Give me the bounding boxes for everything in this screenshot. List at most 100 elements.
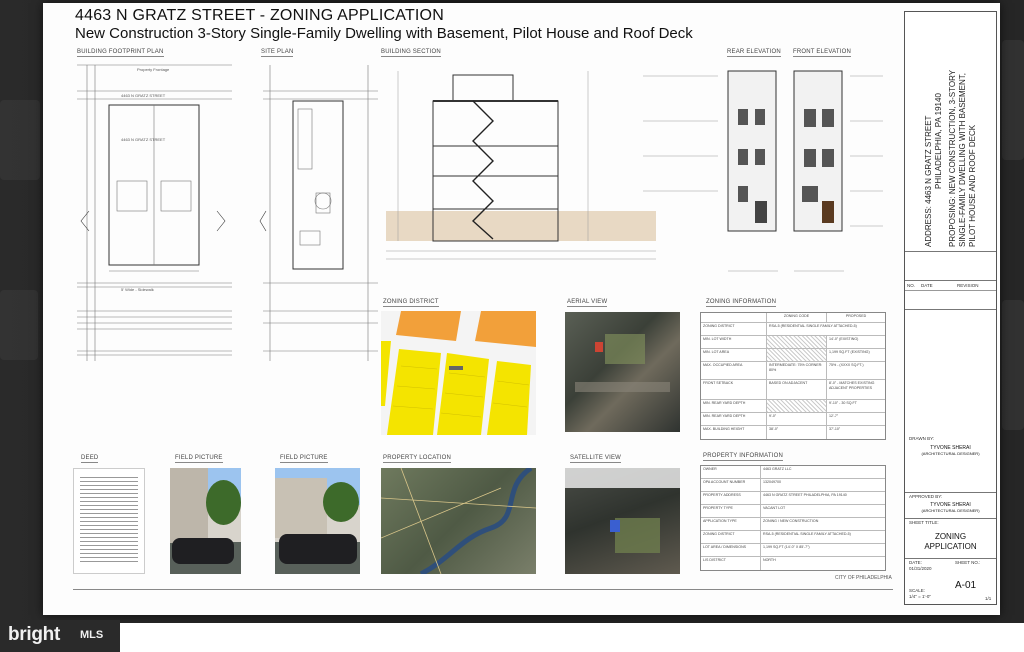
background-blur [1002,300,1024,430]
zoning-row-proposed: 9'-10" - 30 SQ.FT [829,401,857,405]
panel-label-satellite-view: SATELLITE VIEW [570,455,622,461]
zoning-row-proposed: 14'-0" (EXISTING) [829,337,859,341]
drawing-sheet: 4463 N GRATZ STREET - ZONING APPLICATION… [43,3,1000,615]
zoning-row-code: INTERMEDIATE: 75% CORNER: 80% [767,362,827,379]
watermark-suffix: MLS [80,629,104,641]
frontage-note: Property Frontage [137,67,170,72]
zoning-row-label: FRONT SETBACK [701,380,767,399]
sheet-title-line-1: ZONING [934,532,967,541]
scale-label: SCALE: [909,588,926,593]
panel-label-rear-elevation: REAR ELEVATION [727,49,781,55]
satellite-view-image [565,468,680,574]
deed-image [73,468,145,574]
property-row-value: RSA-5 (RESIDENTIAL SINGLE FAMILY ATTACHE… [763,532,851,536]
background-blur [0,100,40,180]
zoning-header-proposed: PROPOSED [845,314,867,318]
street-name-note: 4463 N GRATZ STREET [121,93,166,98]
property-row-value: VACANT LOT [763,506,786,510]
property-row-label: PROPERTY ADDRESS [701,492,761,504]
address-text: ADDRESS: 4463 N GRATZ STREET PHILADELPHI… [924,17,978,247]
property-information-table: OWNER 4463 GRATZ LLC OPA ACCOUNT NUMBER 13… [700,465,886,571]
zoning-district-map [381,311,536,435]
background-blur [1002,40,1024,160]
zoning-row-label: MAX. OCCUPIED AREA [701,362,767,379]
zoning-row-code [767,336,827,348]
zoning-row-proposed: 37'-10" [829,427,841,431]
sheet-title: 4463 N GRATZ STREET - ZONING APPLICATION [75,7,444,24]
zoning-row-code [767,349,827,361]
river-overlay [381,468,536,574]
aerial-view-image [565,312,680,432]
zoning-row-label: MIN. LOT AREA [701,349,767,361]
building-section-drawing [386,71,656,260]
property-row-value: NORTH [763,558,776,562]
property-row-value: 4463 N GRATZ STREET PHILADELPHIA, PA 191… [763,493,847,497]
zoning-row-label: MIN. REAR YARD DEPTH [701,400,767,412]
bottom-rule [73,589,893,590]
title-block: ADDRESS: 4463 N GRATZ STREET PHILADELPHI… [904,11,997,605]
property-row-value: 132049700 [763,480,781,484]
property-row-label: LOT AREA / DIMENSIONS [701,544,761,556]
proposing-line-2: SINGLE-FAMILY DWELLING WITH BASEMENT, [958,73,967,247]
sheet-subtitle: New Construction 3-Story Single-Family D… [75,25,693,42]
rev-header-revision: REVISION [957,283,979,288]
proposing-line-3: PILOT HOUSE AND ROOF DECK [968,124,977,247]
rev-header-date: DATE [921,283,933,288]
building-address-note: 4463 N GRATZ STREET [121,137,166,142]
sheet-title-line-2: APPLICATION [924,542,977,551]
scale-value: 1/4" = 1'-0" [909,594,931,599]
revision-table: NO. DATE REVISION [905,280,996,310]
zoning-information-table: ZONING CODE PROPOSED ZONING DISTRICT RSA-… [700,312,886,440]
property-location-map [381,468,536,574]
approved-by-label: APPROVED BY: [909,494,943,499]
panel-label-property-information: PROPERTY INFORMATION [703,453,784,459]
zoning-row-proposed: 8'-0" - MATCHES EXISTING ADJACENT PROPER… [829,381,875,390]
city-footer: CITY OF PHILADELPHIA [835,575,892,581]
zoning-row-proposed: 12'-7" [829,414,839,418]
property-row-label: ZONING DISTRICT [701,531,761,543]
zoning-row-code: BASED ON ADJACENT [767,380,827,399]
zoning-row-code: RSA-5 (RESIDENTIAL SINGLE FAMILY ATTACHE… [769,324,857,328]
designer-2-role: (ARCHITECTURAL DESIGNER) [921,508,980,513]
panel-label-field-picture-1: FIELD PICTURE [175,455,223,461]
sheet-title-label: SHEET TITLE: [909,520,939,525]
front-elevation-drawing [793,70,883,272]
proposing-line-1: PROPOSING: NEW CONSTRUCTION, 3-STORY [948,69,957,247]
panel-label-front-elevation: FRONT ELEVATION [793,49,852,55]
zoning-row-label: MIN. LOT WIDTH [701,336,767,348]
zoning-header-blank [701,313,767,322]
page-count: 1/1 [985,596,992,601]
listing-photo-viewer: { "sheet": { "title": "4463 N GRATZ STRE… [0,0,1024,652]
bottom-strip [120,623,1024,652]
zoning-row-label: MIN. REAR YARD DEPTH [701,413,767,425]
zoning-row-label: ZONING DISTRICT [701,323,767,335]
property-row-label: PROPERTY TYPE [701,505,761,517]
rev-header-no: NO. [907,283,916,288]
panel-label-property-location: PROPERTY LOCATION [383,455,452,461]
sheet-number: A-01 [955,580,977,591]
property-row-label: OWNER [701,466,761,478]
panel-label-field-picture-2: FIELD PICTURE [280,455,328,461]
designer-1-role: (ARCHITECTURAL DESIGNER) [921,451,980,456]
zoning-row-proposed: 1,199 SQ.FT (EXISTING) [829,350,870,354]
title-block-address: ADDRESS: 4463 N GRATZ STREET PHILADELPHI… [905,12,996,252]
panel-label-deed: DEED [81,455,99,461]
panel-label-aerial-view: AERIAL VIEW [567,299,608,305]
field-picture-2-image [275,468,360,574]
property-row-label: LIS DISTRICT [701,557,761,570]
panel-label-section: BUILDING SECTION [381,49,441,55]
footprint-plan-drawing: Property Frontage 4463 N GRATZ STREET 5'… [77,64,232,361]
panel-label-site-plan: SITE PLAN [261,49,294,55]
property-row-label: APPLICATION TYPE [701,518,761,530]
panel-label-zoning-district: ZONING DISTRICT [383,299,439,305]
drawn-by-label: DRAWN BY: [909,436,935,441]
field-picture-1-image [170,468,241,574]
sidewalk-note: 5' Wide - Sidewalk [121,287,154,292]
property-row-label: OPA ACCOUNT NUMBER [701,479,761,491]
sheet-no-label: SHEET NO.: [955,560,981,565]
property-row-value: 1,199 SQ.FT (14'-0" x 85'-7") [763,545,810,549]
watermark-brand: bright [8,624,61,645]
zoning-header-code: ZONING CODE [767,313,827,322]
date-label: DATE: [909,560,922,565]
zoning-row-code: 38'-0" [767,426,827,439]
